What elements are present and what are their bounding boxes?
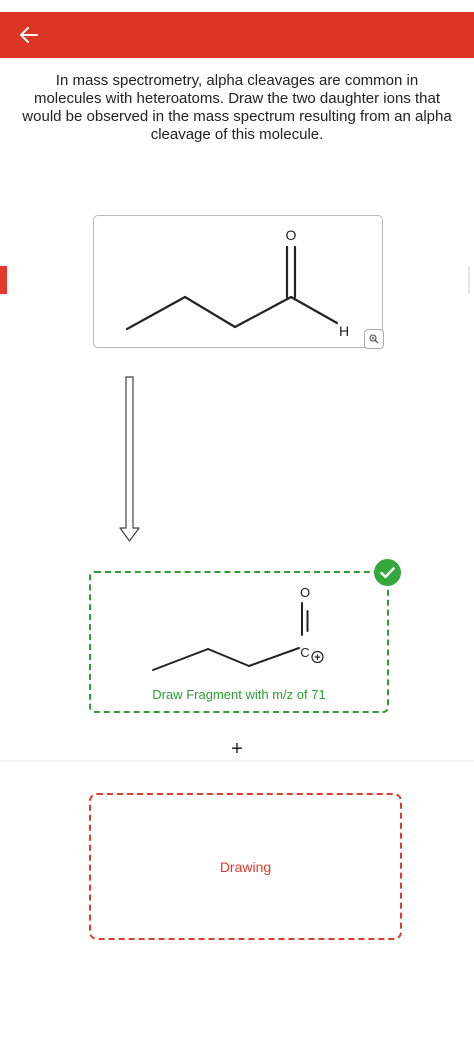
correct-status-badge xyxy=(374,559,401,586)
fragment-2-drawing-area[interactable]: Drawing xyxy=(89,793,402,940)
fragment-charge-symbol: + xyxy=(314,652,320,664)
molecule-oxygen-label: O xyxy=(286,227,297,243)
question-text: In mass spectrometry, alpha cleavages ar… xyxy=(22,72,452,143)
top-app-bar xyxy=(0,12,474,58)
side-tab-indicator xyxy=(0,266,7,294)
zoom-button[interactable] xyxy=(364,329,384,349)
arrow-left-icon xyxy=(20,27,38,43)
fragment-2-label: Drawing xyxy=(219,859,272,875)
checkmark-icon xyxy=(380,566,395,578)
fragment-1-label: Draw Fragment with m/z of 71 xyxy=(152,687,326,702)
zoom-in-icon xyxy=(369,334,379,344)
butanal-structure: O H xyxy=(125,227,349,339)
back-button[interactable] xyxy=(14,21,44,49)
positive-charge-icon: + xyxy=(311,650,324,664)
side-edge-indicator xyxy=(468,266,470,294)
reaction-arrow-icon xyxy=(119,376,140,542)
fragment-oxygen-label: O xyxy=(300,585,310,600)
fragment-carbon-label: C xyxy=(300,645,309,660)
acylium-fragment-structure: O C + xyxy=(152,585,324,671)
starting-molecule-panel: O H xyxy=(93,215,383,348)
fragment-1-drawing-area[interactable]: O C + Draw Fragment with m/z of 71 xyxy=(89,571,389,713)
plus-separator: + xyxy=(231,738,243,760)
section-divider xyxy=(0,760,474,762)
molecule-hydrogen-label: H xyxy=(339,323,349,339)
